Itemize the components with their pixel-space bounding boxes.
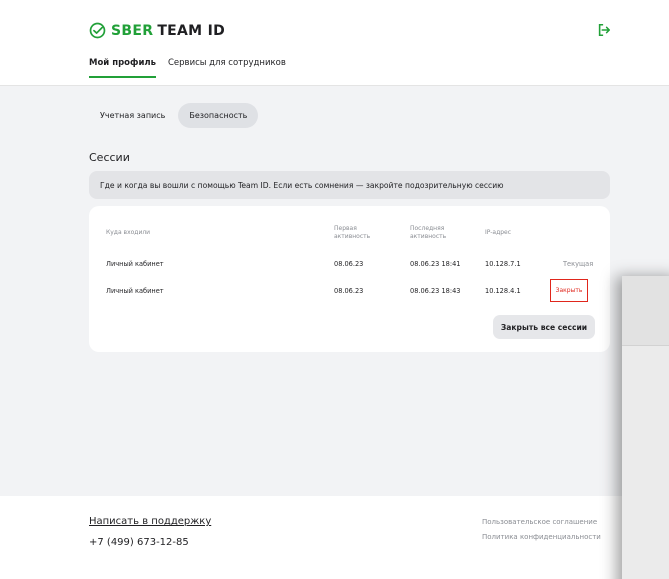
- main-nav: Мой профиль Сервисы для сотрудников: [89, 58, 298, 78]
- overlapping-window[interactable]: [622, 276, 669, 579]
- tab-my-profile[interactable]: Мой профиль: [89, 58, 156, 78]
- row1-ip: 10.128.7.1: [485, 260, 521, 268]
- subtab-security[interactable]: Безопасность: [178, 103, 259, 128]
- row1-first: 08.06.23: [334, 260, 364, 268]
- header-ip: IP-адрес: [485, 229, 512, 236]
- subtab-account[interactable]: Учетная запись: [89, 103, 176, 128]
- logout-icon[interactable]: [597, 23, 611, 37]
- close-session-button[interactable]: Закрыть: [550, 279, 588, 302]
- support-phone: +7 (499) 673-12-85: [89, 537, 189, 548]
- browser-window: SBER TEAM ID Мой профиль Сервисы для сот…: [0, 0, 669, 579]
- row1-last: 08.06.23 18:41: [410, 260, 461, 268]
- sessions-info: Где и когда вы вошли с помощью Team ID. …: [89, 171, 610, 199]
- logo-sber-text: SBER: [111, 22, 154, 39]
- row2-first: 08.06.23: [334, 287, 364, 295]
- row2-where: Личный кабинет: [106, 287, 164, 295]
- profile-subtabs: Учетная запись Безопасность: [89, 103, 259, 128]
- footer: Написать в поддержку +7 (499) 673-12-85 …: [0, 496, 669, 579]
- logo-team-text: TEAM ID: [157, 22, 225, 39]
- logo[interactable]: SBER TEAM ID: [89, 22, 225, 39]
- user-agreement-link[interactable]: Пользовательское соглашение: [482, 515, 601, 530]
- row1-where: Личный кабинет: [106, 260, 164, 268]
- header-last-activity: Последняя активность: [410, 225, 447, 240]
- legal-links: Пользовательское соглашение Политика кон…: [482, 515, 601, 545]
- sber-check-icon: [89, 22, 106, 39]
- overlapping-window-titlebar: [622, 276, 669, 346]
- row2-ip: 10.128.4.1: [485, 287, 521, 295]
- header: SBER TEAM ID Мой профиль Сервисы для сот…: [0, 0, 669, 85]
- row1-status-current: Текущая: [563, 260, 594, 268]
- sessions-title: Сессии: [89, 151, 130, 164]
- header-first-activity: Первая активность: [334, 225, 371, 240]
- privacy-policy-link[interactable]: Политика конфиденциальности: [482, 530, 601, 545]
- sessions-table: Куда входили Первая активность Последняя а…: [89, 206, 610, 352]
- header-divider: [0, 85, 669, 86]
- support-link[interactable]: Написать в поддержку: [89, 516, 211, 527]
- tab-employee-services[interactable]: Сервисы для сотрудников: [168, 58, 286, 78]
- header-where: Куда входили: [106, 229, 151, 236]
- row2-last: 08.06.23 18:43: [410, 287, 461, 295]
- close-all-sessions-button[interactable]: Закрыть все сессии: [493, 315, 595, 339]
